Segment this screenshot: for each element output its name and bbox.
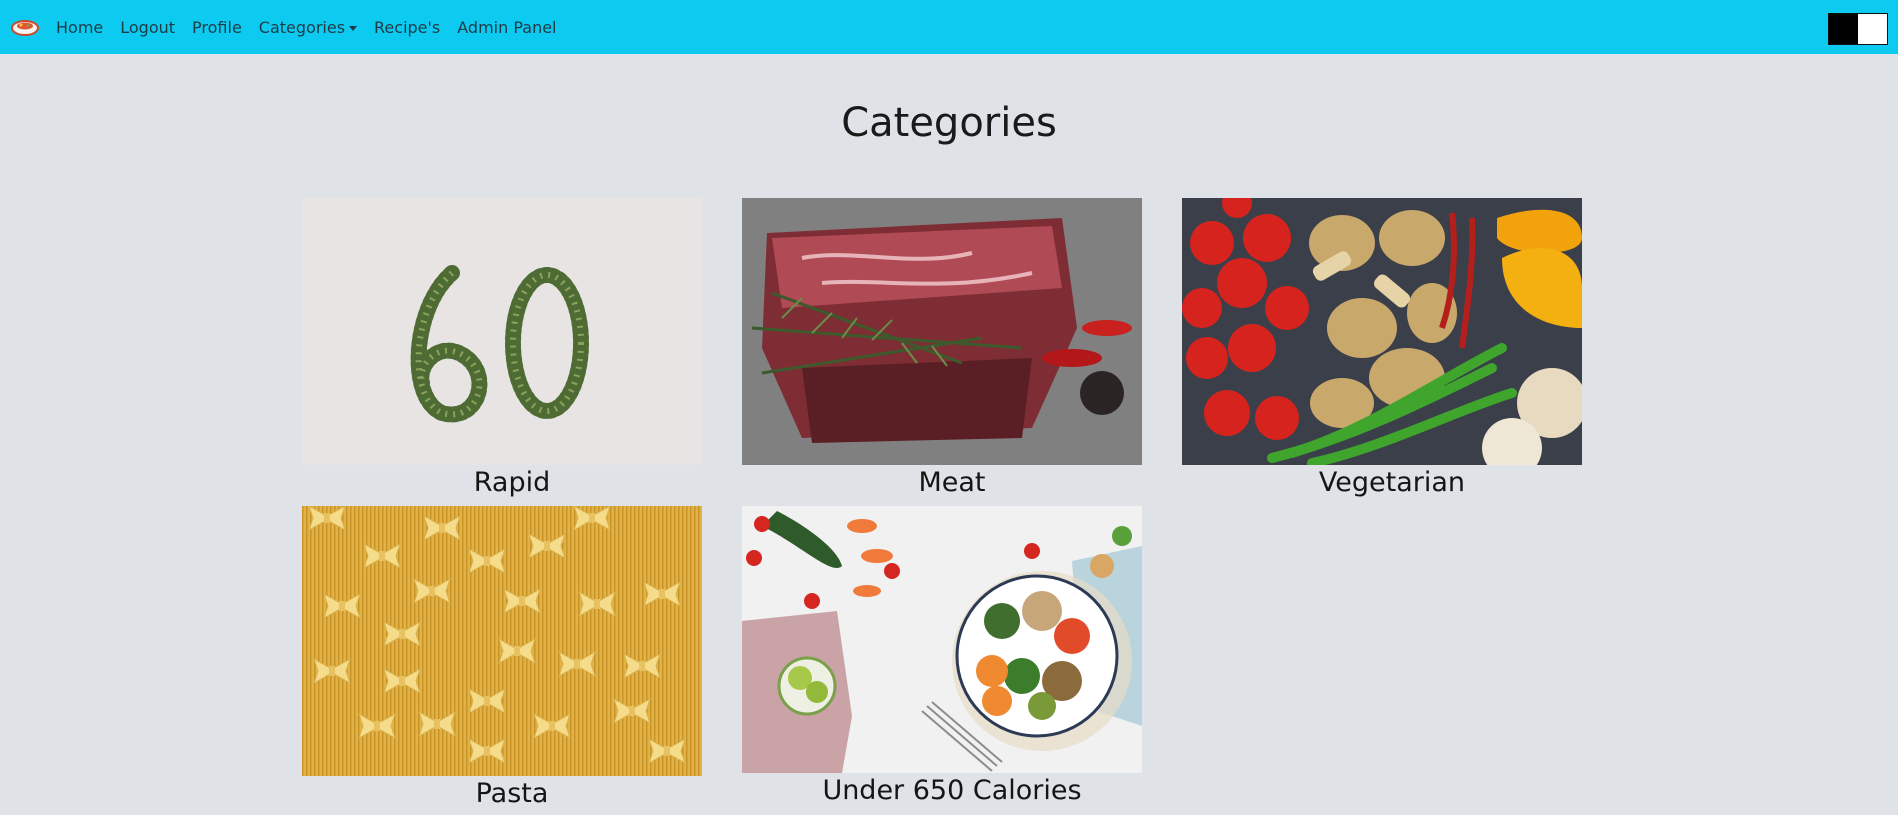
under-650-calories-image[interactable] — [742, 506, 1142, 773]
meat-image[interactable] — [742, 198, 1142, 465]
category-label[interactable]: Pasta — [312, 778, 712, 809]
page-title: Categories — [841, 100, 1057, 146]
category-card-vegetarian[interactable]: Vegetarian — [1182, 198, 1582, 498]
brand-logo[interactable] — [8, 10, 42, 44]
nav-profile-link[interactable]: Profile — [192, 18, 242, 37]
nav-categories-dropdown[interactable]: Categories — [258, 17, 358, 37]
category-card-under-650-calories[interactable]: Under 650 Calories — [742, 506, 1142, 806]
category-label[interactable]: Vegetarian — [1192, 467, 1592, 498]
category-card-rapid[interactable]: Rapid — [302, 198, 702, 498]
nav-admin-panel-link[interactable]: Admin Panel — [457, 18, 556, 37]
nav-logout-link[interactable]: Logout — [120, 18, 175, 37]
nav-home-link[interactable]: Home — [56, 18, 103, 37]
nav-recipes-link[interactable]: Recipe's — [374, 18, 440, 37]
food-bowl-icon — [11, 20, 39, 36]
theme-toggle[interactable] — [1828, 13, 1888, 45]
light-theme-swatch[interactable] — [1858, 14, 1887, 44]
category-label[interactable]: Meat — [752, 467, 1152, 498]
category-card-meat[interactable]: Meat — [742, 198, 1142, 498]
chevron-down-icon — [349, 25, 358, 31]
category-card-pasta[interactable]: Pasta — [302, 506, 702, 809]
category-label[interactable]: Under 650 Calories — [752, 775, 1152, 806]
rapid-image[interactable] — [302, 198, 702, 465]
pasta-image[interactable] — [302, 506, 702, 776]
nav-categories-label: Categories — [258, 17, 346, 37]
category-label[interactable]: Rapid — [312, 467, 712, 498]
dark-theme-swatch[interactable] — [1829, 14, 1858, 44]
vegetarian-image[interactable] — [1182, 198, 1582, 465]
navbar: Home Logout Profile Categories Recipe's … — [0, 0, 1898, 54]
